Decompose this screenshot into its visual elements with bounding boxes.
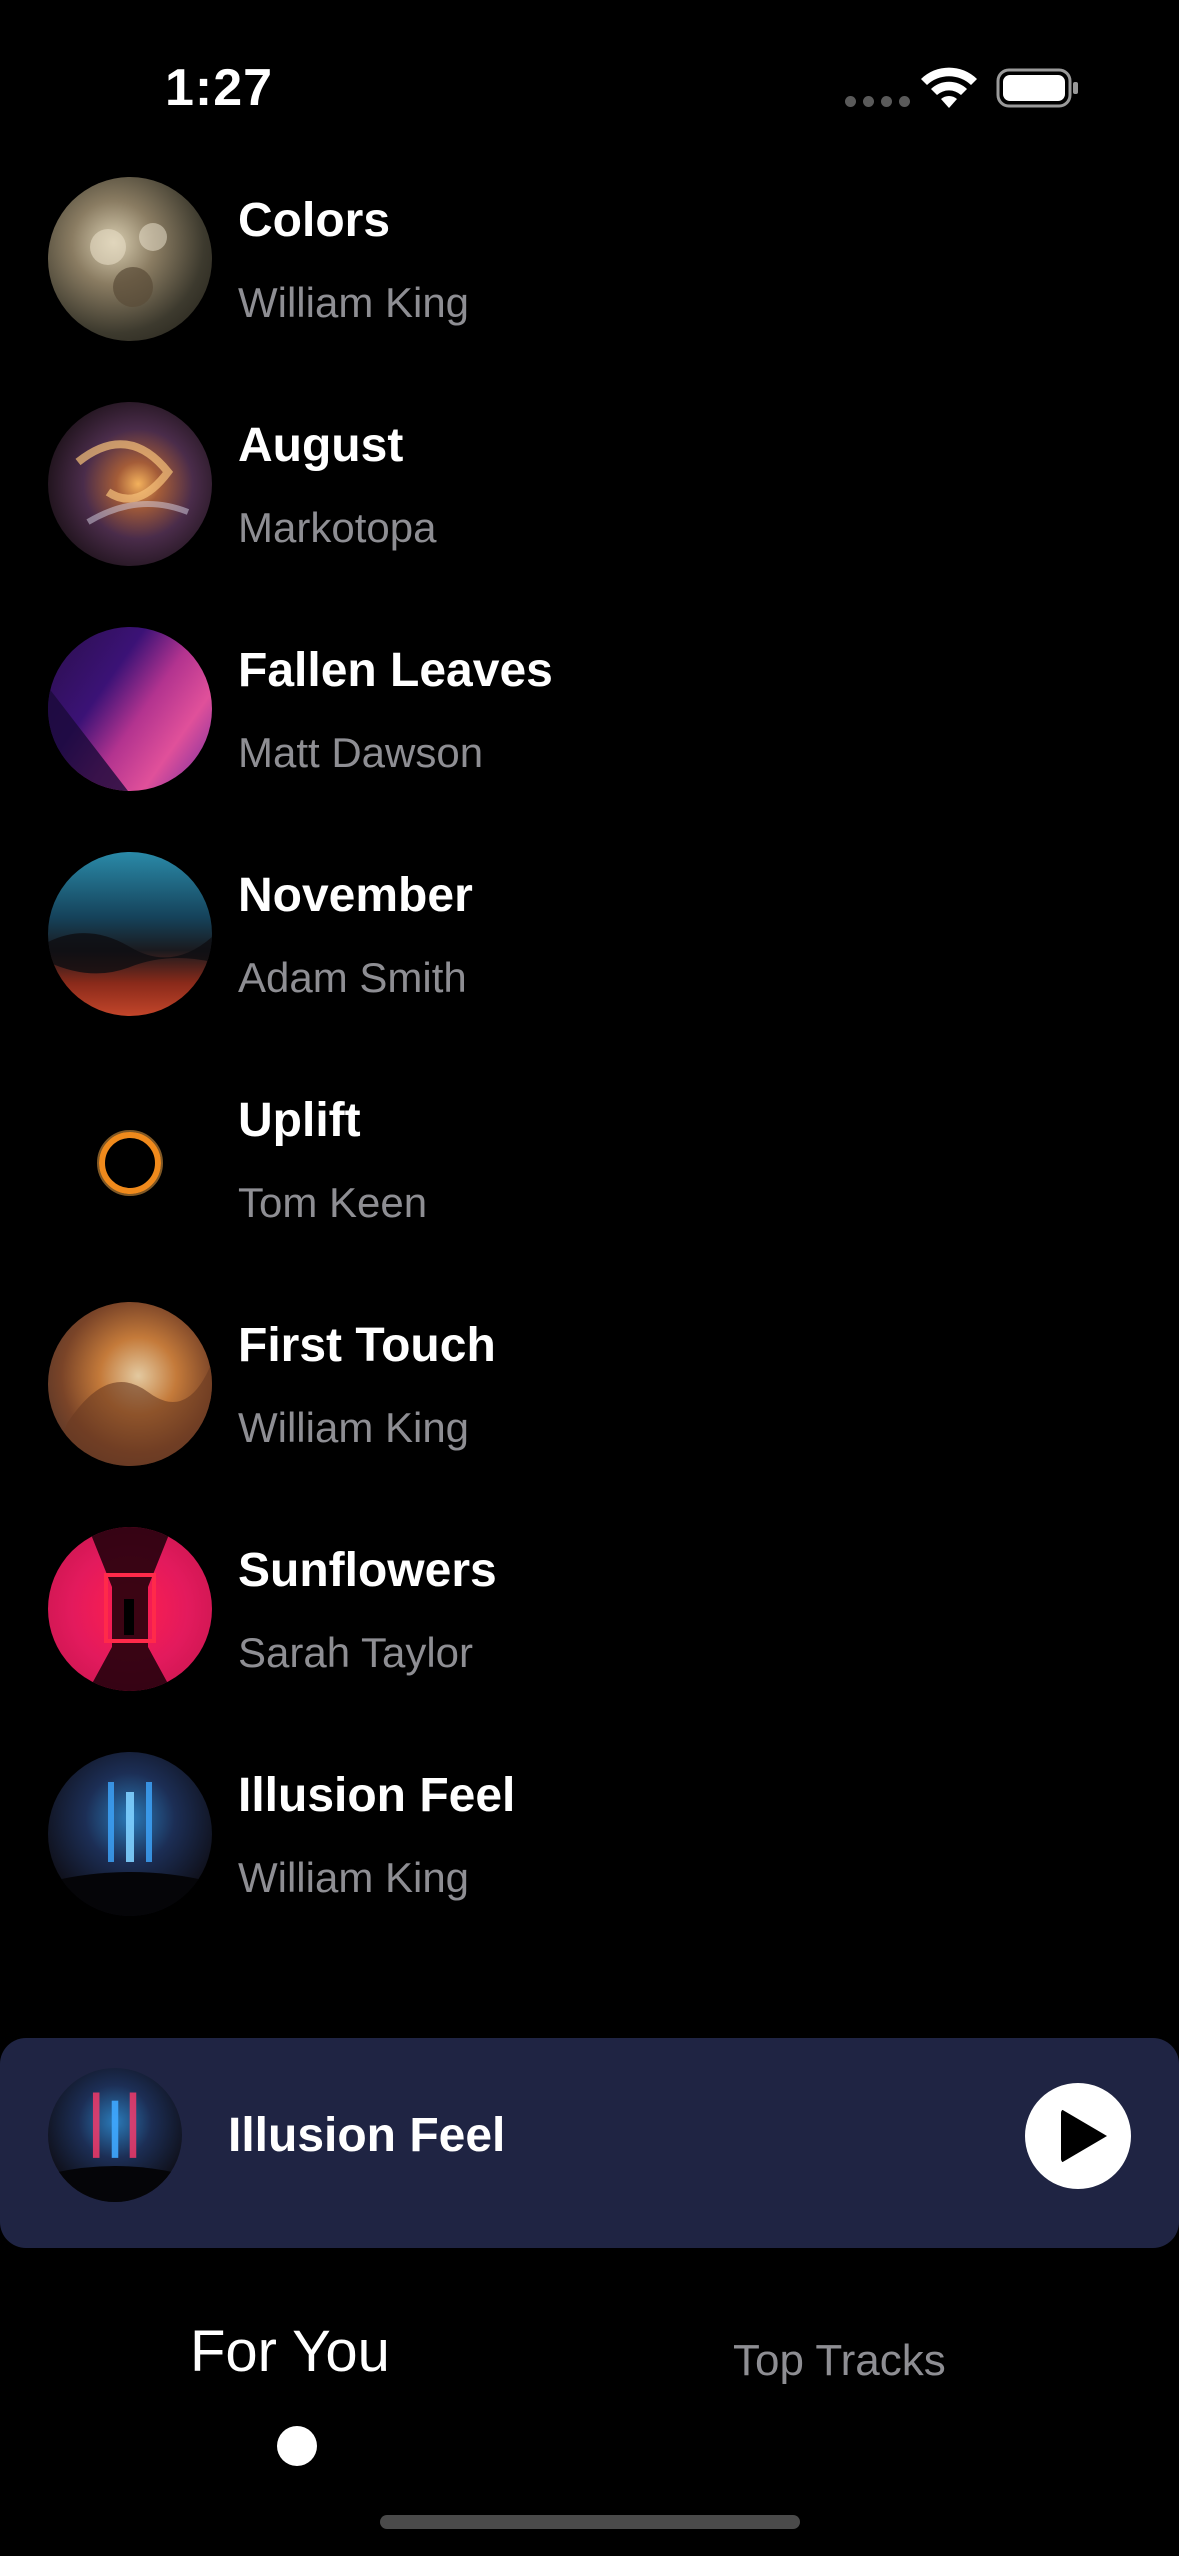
track-title: Illusion Feel <box>238 1769 516 1822</box>
active-tab-indicator <box>277 2426 317 2466</box>
track-title: August <box>238 419 404 472</box>
track-title: Uplift <box>238 1094 361 1147</box>
music-app-screen: 1:27 Colors William King August Markotop… <box>0 0 1179 2556</box>
track-item-november[interactable]: November Adam Smith <box>0 850 1179 1075</box>
track-artist: William King <box>238 1854 470 1901</box>
track-artwork <box>48 1302 212 1466</box>
track-artwork <box>48 852 212 1016</box>
play-icon <box>1061 2109 1107 2163</box>
track-title: First Touch <box>238 1319 496 1372</box>
track-artist: Adam Smith <box>238 954 467 1001</box>
track-artist: Markotopa <box>238 504 437 551</box>
battery-icon <box>996 68 1078 108</box>
track-list: Colors William King August Markotopa Fal… <box>0 175 1179 1975</box>
track-title: November <box>238 869 473 922</box>
track-item-fallen-leaves[interactable]: Fallen Leaves Matt Dawson <box>0 625 1179 850</box>
track-item-first-touch[interactable]: First Touch William King <box>0 1300 1179 1525</box>
status-bar: 1:27 <box>0 0 1179 170</box>
signal-dots-icon <box>845 96 910 107</box>
now-playing-artwork <box>48 2068 182 2202</box>
track-artwork <box>48 1752 212 1916</box>
track-item-colors[interactable]: Colors William King <box>0 175 1179 400</box>
status-time: 1:27 <box>165 59 274 117</box>
track-artwork <box>48 177 212 341</box>
tab-for-you[interactable]: For You <box>190 2318 390 2385</box>
track-item-illusion-feel[interactable]: Illusion Feel William King <box>0 1750 1179 1975</box>
track-artwork <box>48 1527 212 1691</box>
tab-top-tracks[interactable]: Top Tracks <box>733 2336 946 2386</box>
home-indicator[interactable] <box>380 2515 800 2529</box>
track-item-august[interactable]: August Markotopa <box>0 400 1179 625</box>
track-title: Sunflowers <box>238 1544 497 1597</box>
wifi-icon <box>921 67 977 108</box>
track-artist: Matt Dawson <box>238 729 484 776</box>
track-artist: Tom Keen <box>238 1179 428 1226</box>
track-artwork <box>48 627 212 791</box>
track-artwork <box>48 1077 212 1241</box>
track-artwork <box>48 402 212 566</box>
track-title: Colors <box>238 194 391 247</box>
track-item-uplift[interactable]: Uplift Tom Keen <box>0 1075 1179 1300</box>
track-title: Fallen Leaves <box>238 644 553 697</box>
now-playing-bar[interactable]: Illusion Feel <box>0 2038 1179 2248</box>
track-artist: Sarah Taylor <box>238 1629 474 1676</box>
now-playing-title: Illusion Feel <box>228 2109 506 2162</box>
track-artist: William King <box>238 279 470 326</box>
track-artist: William King <box>238 1404 470 1451</box>
track-item-sunflowers[interactable]: Sunflowers Sarah Taylor <box>0 1525 1179 1750</box>
play-button[interactable] <box>1025 2083 1131 2189</box>
